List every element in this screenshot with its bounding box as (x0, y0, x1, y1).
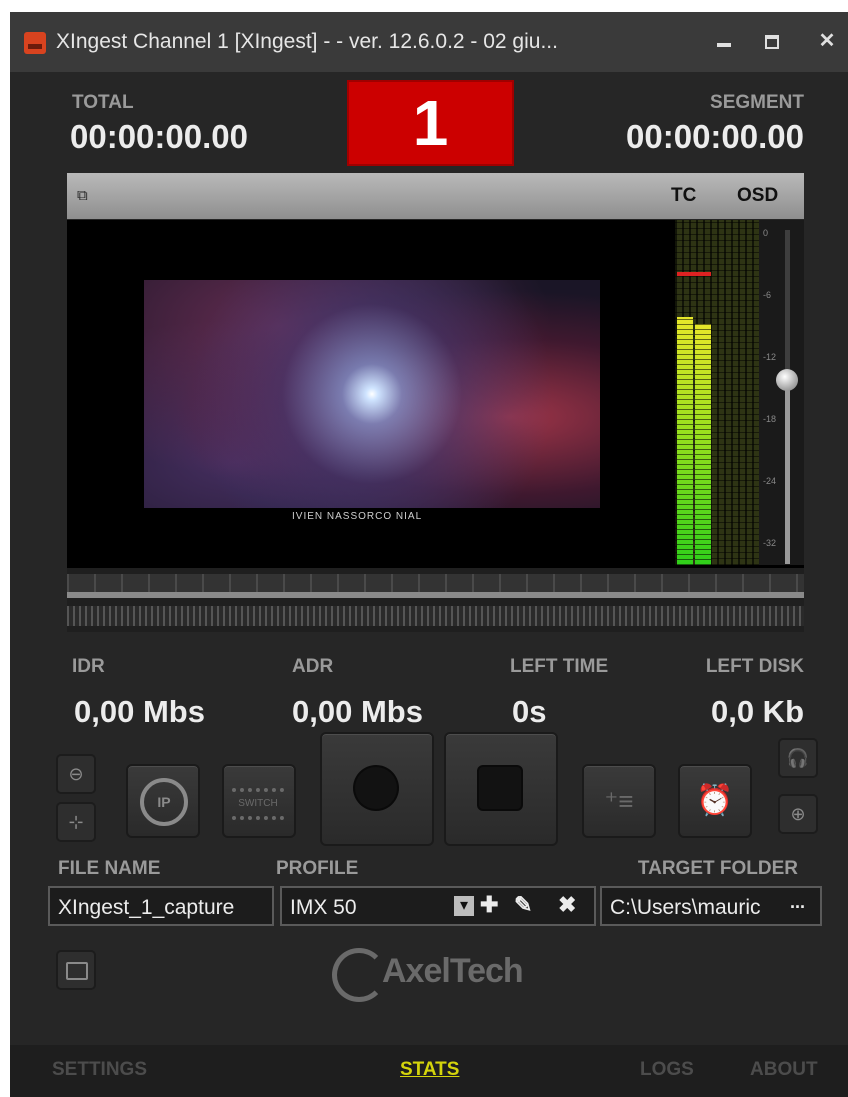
target-folder-label: TARGET FOLDER (637, 858, 798, 879)
headphones-button[interactable]: 🎧 (778, 738, 818, 778)
left-time-label: LEFT TIME (510, 656, 609, 677)
switch-icon: SWITCH (232, 788, 284, 820)
delete-profile-icon[interactable]: ✖ (558, 892, 576, 918)
app-icon (24, 32, 46, 54)
record-button[interactable] (320, 732, 434, 846)
left-disk-label: LEFT DISK (705, 656, 804, 677)
vu-peak-indicator (677, 272, 711, 276)
left-disk-value: 0,0 Kb (710, 694, 804, 729)
profile-select[interactable]: IMX 50 (280, 886, 596, 926)
segment-value: 00:00:00.00 (626, 118, 804, 155)
profile-value: IMX 50 (290, 896, 357, 919)
left-time-value: 0s (512, 694, 547, 729)
window-title: XIngest Channel 1 [XIngest] - - ver. 12.… (56, 30, 558, 53)
audio-vu-meter (675, 220, 759, 565)
tape-icon-button[interactable] (56, 950, 96, 990)
app-window: XIngest Channel 1 [XIngest] - - ver. 12.… (10, 12, 848, 1097)
timeline[interactable] (67, 568, 804, 632)
tab-logs[interactable]: LOGS (640, 1059, 694, 1081)
vu-scale-tick: -18 (763, 414, 777, 424)
profile-label: PROFILE (276, 858, 359, 879)
edit-profile-icon[interactable]: ✎ (514, 892, 532, 918)
volume-slider[interactable] (776, 369, 798, 391)
idr-label: IDR (72, 656, 105, 677)
osd-toggle[interactable]: OSD (737, 185, 778, 207)
main-panel: TOTAL 00:00:00.00 1 SEGMENT 00:00:00.00 … (10, 72, 848, 1097)
maximize-button[interactable] (755, 26, 789, 56)
ip-stream-button[interactable]: IP (126, 764, 200, 838)
profile-dropdown-icon[interactable]: ▾ (454, 896, 474, 916)
add-profile-icon[interactable]: ✚ (480, 892, 498, 918)
idr-value: 0,00 Mbs (74, 694, 205, 729)
stop-button[interactable] (444, 732, 558, 846)
vu-scale-tick: -6 (763, 290, 772, 300)
vu-bar-left (677, 317, 693, 565)
title-bar: XIngest Channel 1 [XIngest] - - ver. 12.… (10, 12, 848, 72)
stop-icon (479, 767, 521, 809)
tape-icon (66, 962, 88, 980)
tc-toggle[interactable]: TC (671, 185, 696, 207)
tab-settings[interactable]: SETTINGS (52, 1059, 147, 1081)
add-list-button[interactable]: ⁺≡ (582, 764, 656, 838)
adr-value: 0,00 Mbs (292, 694, 423, 729)
close-button[interactable]: ✕ (810, 26, 844, 56)
vu-scale-tick: -32 (763, 538, 777, 548)
vu-scale-tick: 0 (763, 228, 769, 238)
ip-globe-icon: IP (140, 778, 188, 826)
vu-bar-right (695, 324, 711, 565)
input-source-button[interactable]: ⊖ (56, 754, 96, 794)
crop-button[interactable]: ⊹ (56, 802, 96, 842)
video-preview: IVIEN NASSORCO NIAL 0 -6 -12 -18 -24 -32 (67, 220, 804, 568)
vu-scale: 0 -6 -12 -18 -24 -32 (759, 220, 804, 565)
total-value: 00:00:00.00 (70, 118, 248, 155)
adr-label: ADR (292, 656, 334, 677)
video-header: ⧉ TC OSD (67, 173, 804, 219)
volume-fill (785, 380, 790, 564)
timeline-track[interactable] (67, 592, 804, 598)
vu-scale-tick: -24 (763, 476, 777, 486)
file-name-label: FILE NAME (58, 858, 161, 879)
tab-stats[interactable]: STATS (400, 1059, 459, 1081)
timeline-ruler (67, 574, 804, 592)
record-icon (355, 767, 397, 809)
download-button[interactable]: ⊕ (778, 794, 818, 834)
total-label: TOTAL (72, 92, 134, 113)
file-name-input[interactable]: XIngest_1_capture (48, 886, 274, 926)
browse-folder-button[interactable]: ... (790, 892, 805, 913)
pin-icon[interactable]: ⧉ (77, 187, 88, 204)
vu-scale-tick: -12 (763, 352, 777, 362)
tab-about[interactable]: ABOUT (750, 1059, 818, 1081)
channel-number: 1 (347, 80, 514, 166)
axeltech-logo: AxelTech (382, 952, 524, 990)
video-frame (144, 280, 600, 508)
scheduler-button[interactable]: ⏰ (678, 764, 752, 838)
segment-label: SEGMENT (710, 92, 804, 113)
target-folder-input[interactable]: C:\Users\mauric (600, 886, 822, 926)
switch-button[interactable]: SWITCH (222, 764, 296, 838)
video-caption: IVIEN NASSORCO NIAL (292, 511, 423, 522)
timeline-ticks (67, 606, 804, 626)
axeltech-logo-mark (332, 948, 386, 1002)
minimize-button[interactable] (707, 26, 741, 56)
bottom-tab-bar: SETTINGS STATS LOGS ABOUT (10, 1045, 848, 1097)
